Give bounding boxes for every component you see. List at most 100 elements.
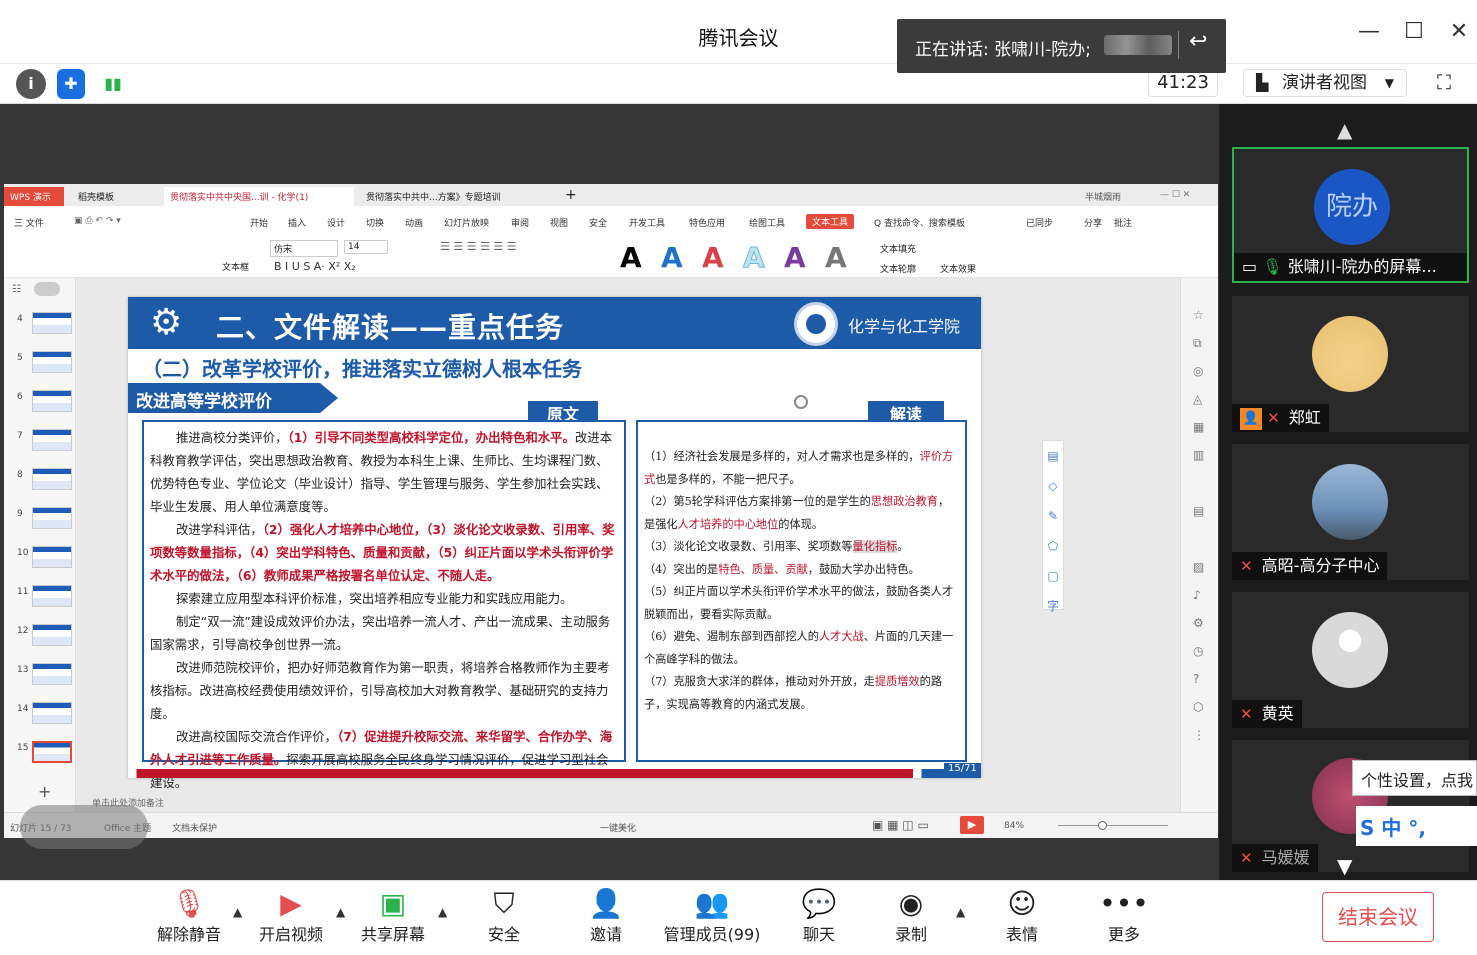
sync-status[interactable]: 已同步 [1026, 216, 1053, 229]
clock-icon[interactable]: ◷ [1193, 644, 1203, 658]
text-style-5[interactable]: A [784, 241, 806, 274]
start-video-button[interactable]: ▶ 开启视频 [257, 887, 325, 945]
menu-review[interactable]: 审阅 [511, 216, 529, 229]
participant-tile[interactable]: 院办 ▭ 🎙 张啸川-院办的屏幕... [1232, 147, 1469, 283]
slide-thumbnail[interactable] [32, 585, 72, 607]
box-icon[interactable]: ⬡ [1193, 700, 1203, 714]
more-vertical-icon[interactable]: ⋮ [1193, 728, 1205, 742]
note-icon[interactable]: ▤ [1193, 504, 1204, 518]
chart-icon[interactable]: ▥ [1193, 448, 1204, 462]
manage-members-button[interactable]: 👥 管理成员(99) [660, 887, 764, 945]
maximize-icon[interactable]: ☐ [1400, 18, 1428, 46]
menu-animation[interactable]: 动画 [405, 216, 423, 229]
zoom-slider-thumb[interactable] [1098, 821, 1107, 830]
original-text-box[interactable]: 推进高校分类评价，（1）引导不同类型高校科学定位，办出特色和水平。改进本科教育教… [142, 420, 626, 790]
slide-thumbnail[interactable] [32, 546, 72, 568]
tab-template[interactable]: 稻壳模板 [72, 187, 162, 206]
format-buttons[interactable]: B I U S A· X² X₂ [274, 260, 356, 273]
size-select[interactable]: 14 [344, 240, 388, 254]
text-style-4[interactable]: A [743, 241, 766, 275]
comment-button[interactable]: 批注 [1114, 216, 1132, 229]
menu-drawing[interactable]: 绘图工具 [749, 216, 785, 229]
text-outline[interactable]: 文本轮廓 [880, 262, 916, 275]
menu-design[interactable]: 设计 [327, 216, 345, 229]
view-buttons[interactable]: ▣ ▦ ◫ ▭ [872, 818, 929, 832]
menu-home[interactable]: 开始 [250, 216, 268, 229]
tab-wps[interactable]: WPS 演示 [4, 187, 64, 206]
slide-thumbnail[interactable] [32, 624, 72, 646]
slide-thumbnail[interactable] [32, 702, 72, 724]
fullscreen-icon[interactable]: ⛶ [1430, 70, 1458, 98]
menu-text-tools[interactable]: 文本工具 [806, 214, 855, 229]
slide-thumbnail-active[interactable] [32, 741, 72, 763]
grid-icon[interactable]: ▦ [1193, 420, 1204, 434]
gear-small-icon[interactable]: ⚙ [1193, 616, 1204, 630]
floating-chat-bubble[interactable] [20, 805, 148, 849]
outline-icon[interactable]: ☷ [12, 284, 21, 295]
record-button[interactable]: ◉ 录制 [882, 887, 940, 945]
participant-tile[interactable]: 👤 ✕ 郑虹 [1232, 296, 1469, 432]
info-icon[interactable]: i [16, 69, 46, 99]
menu-file[interactable]: 三 文件 [14, 216, 44, 229]
text-style-1[interactable]: A [620, 241, 642, 274]
menu-transition[interactable]: 切换 [366, 216, 384, 229]
floating-tools[interactable]: ▤ ◇ ✎ ⬠ ▢ 字 [1042, 440, 1064, 613]
personalize-tooltip[interactable]: 个性设置，点我 [1352, 760, 1477, 796]
command-search[interactable]: Q 查找命令、搜索模板 [874, 216, 965, 229]
play-icon[interactable]: ▶ [960, 816, 984, 834]
protect-status[interactable]: 文档未保护 [172, 821, 217, 834]
scroll-up-icon[interactable]: ▲ [1337, 118, 1352, 142]
chevron-up-icon[interactable]: ▲ [336, 905, 345, 919]
back-arrow-icon[interactable]: ↩ [1189, 29, 1207, 54]
text-effect[interactable]: 文本效果 [940, 262, 976, 275]
reaction-button[interactable]: ☺ 表情 [993, 887, 1051, 945]
security-button[interactable]: ⛉ 安全 [475, 887, 533, 945]
more-button[interactable]: ••• 更多 [1095, 887, 1153, 945]
participant-tile[interactable]: ✕ 黄英 [1232, 592, 1469, 728]
copy-icon[interactable]: ⧉ [1193, 336, 1202, 351]
slide-thumbnail[interactable] [32, 312, 72, 334]
style-icon[interactable]: ☆ [1193, 308, 1204, 322]
share-button[interactable]: 分享 [1084, 216, 1102, 229]
quick-access-icons[interactable]: ▣ ⎙ ↶ ↷ ▾ [74, 216, 121, 226]
image-icon[interactable]: ▨ [1193, 560, 1204, 574]
close-icon[interactable]: ✕ [1445, 18, 1473, 46]
slide-thumbnail[interactable] [32, 429, 72, 451]
scroll-down-icon[interactable]: ▼ [1337, 854, 1352, 878]
chat-button[interactable]: 💬 聊天 [790, 887, 848, 945]
menu-security[interactable]: 安全 [589, 216, 607, 229]
font-select[interactable]: 仿宋 [270, 240, 338, 257]
input-method-bar[interactable]: S 中 °, [1356, 806, 1477, 846]
unmute-button[interactable]: 🎙 解除静音 [155, 887, 223, 945]
view-mode-dropdown[interactable]: ▙ 演讲者视图 ▼ [1243, 69, 1407, 97]
add-slide-icon[interactable]: + [38, 782, 51, 801]
help-icon[interactable]: ? [1193, 672, 1199, 686]
window-controls-icon[interactable]: — ☐ ✕ [1154, 187, 1196, 206]
slide-thumbnail[interactable] [32, 507, 72, 529]
end-meeting-button[interactable]: 结束会议 [1322, 892, 1434, 942]
beautify-button[interactable]: 一键美化 [600, 821, 636, 834]
tab-doc-2[interactable]: 贯彻落实中共中...方案》专题培训 [360, 187, 550, 206]
participant-tile[interactable]: ✕ 高昭-高分子中心 [1232, 444, 1469, 580]
menu-slideshow[interactable]: 幻灯片放映 [444, 216, 489, 229]
chevron-up-icon[interactable]: ▲ [438, 905, 447, 919]
text-style-3[interactable]: A [702, 241, 724, 274]
tab-doc-1[interactable]: 贯彻落实中共中央国...训 - 化学(1) [164, 187, 354, 206]
view-toggle[interactable] [34, 282, 60, 296]
text-style-2[interactable]: A [661, 241, 683, 274]
add-tab-icon[interactable]: + [559, 184, 583, 203]
invite-button[interactable]: 👤 邀请 [577, 887, 635, 945]
interpretation-text-box[interactable]: （1）经济社会发展是多样的，对人才需求也是多样的，评价方式也是多样的，不能一把尺… [636, 420, 967, 762]
paragraph-buttons[interactable]: ☰ ☰ ☰ ☰ ☰ ☰ [440, 240, 517, 253]
textbox-button[interactable]: 文本框 [222, 260, 249, 273]
slide-thumbnail[interactable] [32, 663, 72, 685]
shield-icon[interactable]: ✚ [57, 69, 85, 99]
zoom-slider[interactable] [1058, 825, 1168, 826]
rotate-handle-icon[interactable] [794, 395, 808, 409]
menu-view[interactable]: 视图 [550, 216, 568, 229]
shape-icon[interactable]: ◎ [1193, 364, 1203, 378]
text-fill[interactable]: 文本填充 [880, 242, 916, 255]
chevron-up-icon[interactable]: ▲ [956, 905, 965, 919]
slide-thumbnail[interactable] [32, 468, 72, 490]
slide-thumbnail[interactable] [32, 351, 72, 373]
